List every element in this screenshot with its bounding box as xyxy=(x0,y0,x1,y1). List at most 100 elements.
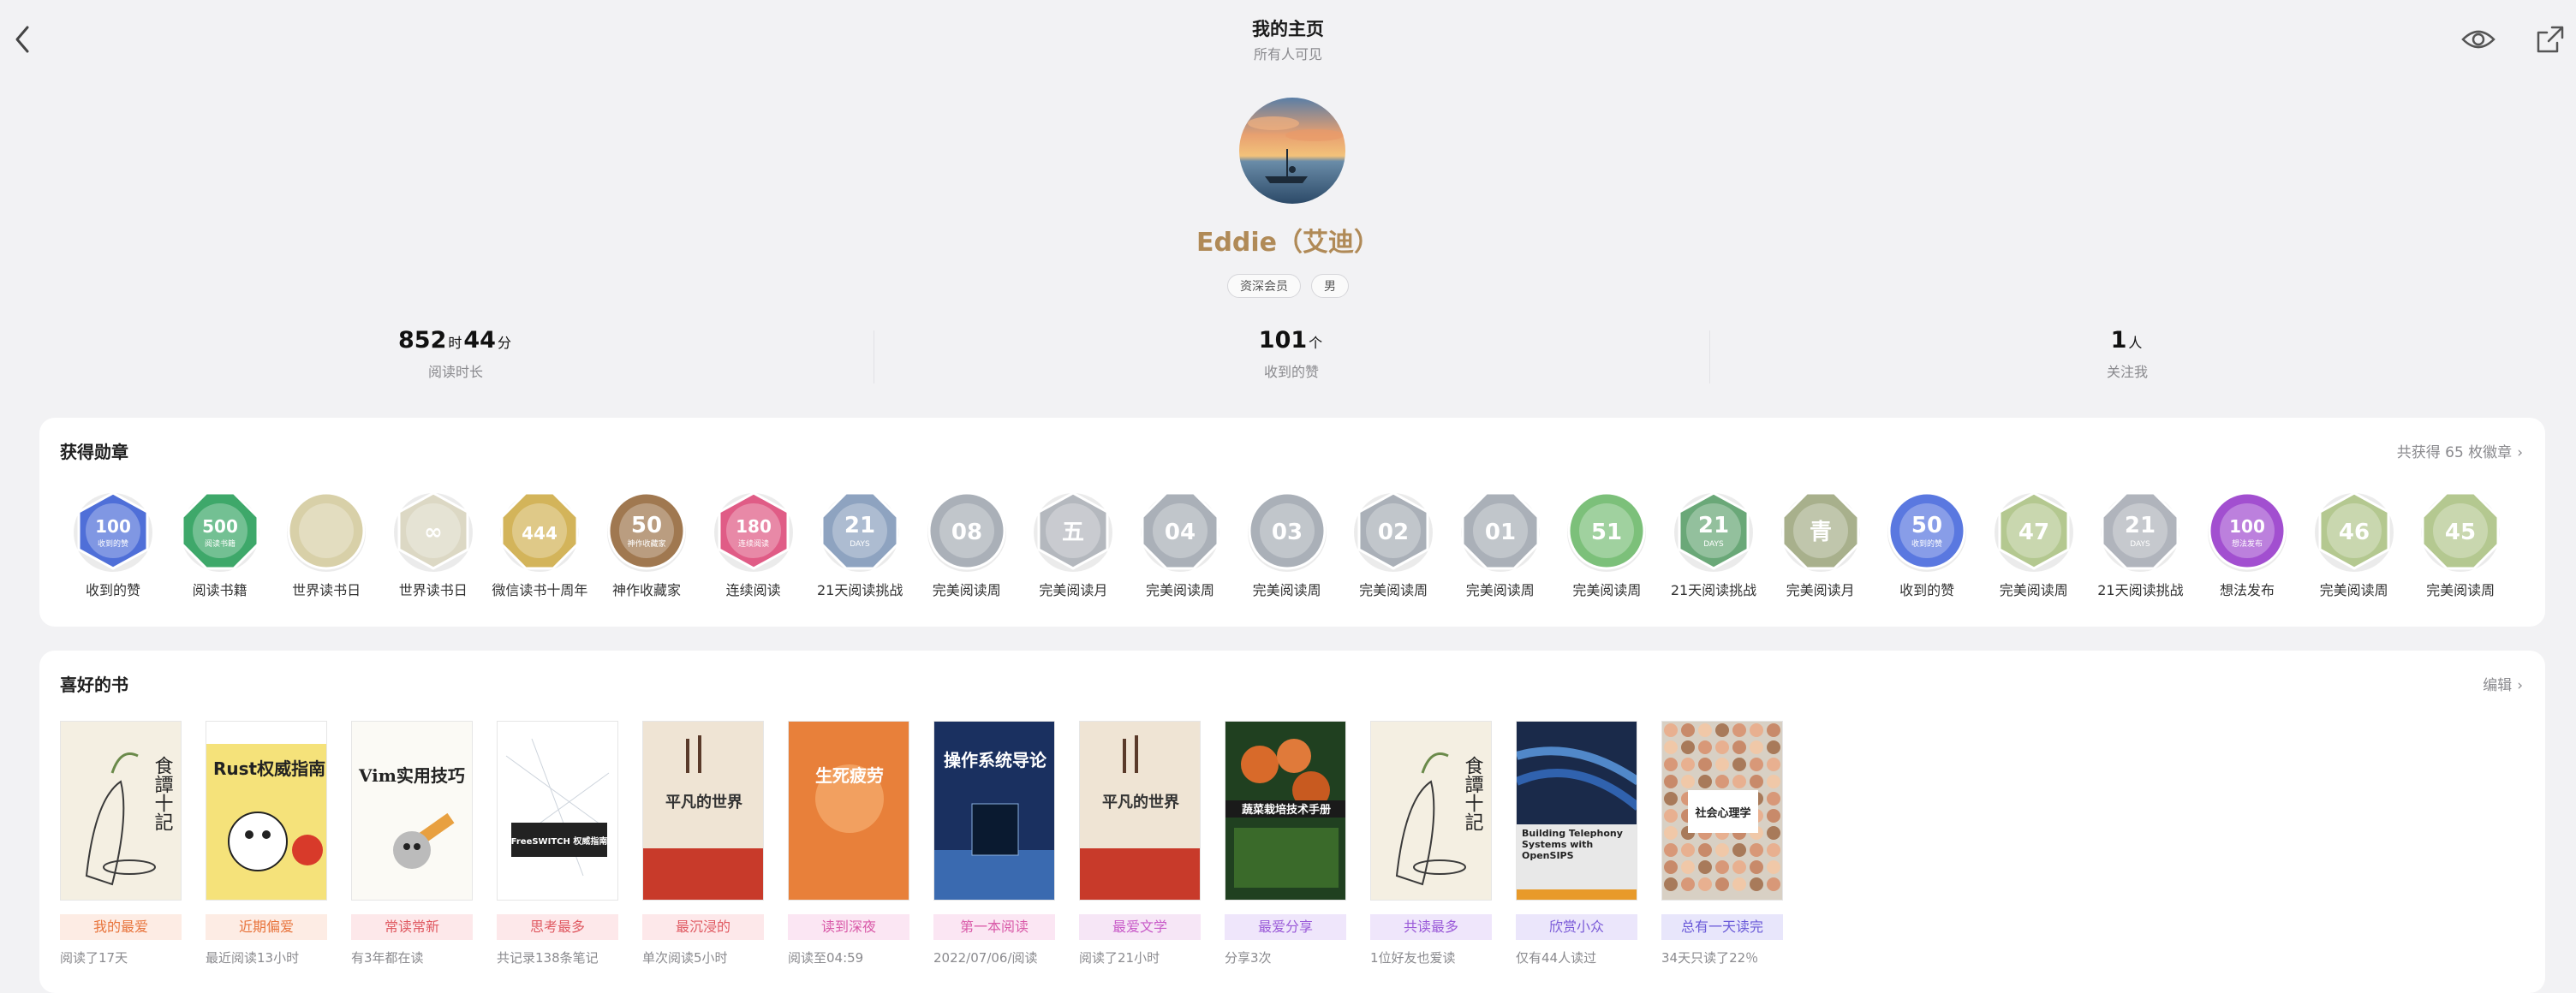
badge-mark: 180 xyxy=(736,516,772,537)
book-cover-title: 操作系统导论 xyxy=(944,750,1047,770)
stat-followers[interactable]: 1人 关注我 xyxy=(1956,327,2299,381)
badge-icon: 03 xyxy=(1247,491,1327,572)
badge-icon: 02 xyxy=(1354,491,1434,572)
badge-mark: 100 xyxy=(95,516,131,537)
badge-item[interactable]: 50 神作收藏家 神作收藏家 xyxy=(593,490,700,599)
book-item[interactable]: FreeSWITCH 权威指南 思考最多 共记录138条笔记 xyxy=(497,721,618,966)
book-item[interactable]: 食譚十記 共读最多 1位好友也爱读 xyxy=(1370,721,1492,966)
badge-item[interactable]: 500 阅读书籍 阅读书籍 xyxy=(167,490,273,599)
badge-icon: 21 DAYS xyxy=(2101,491,2180,572)
badge-icon: 100想法发布 xyxy=(2208,491,2287,572)
book-cover[interactable]: 生死疲劳 xyxy=(788,721,909,901)
book-item[interactable]: Building Telephony Systems with OpenSIPS… xyxy=(1516,721,1637,966)
book-cover[interactable]: FreeSWITCH 权威指南 xyxy=(497,721,618,901)
book-cover-title: Vim实用技巧 xyxy=(358,765,465,786)
page-title: 我的主页 xyxy=(1252,19,1324,39)
badge-item[interactable]: 21 DAYS 21天阅读挑战 xyxy=(2087,490,2193,599)
book-item[interactable]: 社会心理学 总有一天读完 34天只读了22％ xyxy=(1661,721,1783,966)
book-cover[interactable]: 社会心理学 xyxy=(1661,721,1783,901)
badge-item[interactable]: 01 完美阅读周 xyxy=(1447,490,1553,599)
badge-item[interactable]: 青完美阅读月 xyxy=(1768,490,1874,599)
badge-item[interactable]: 50 收到的赞 收到的赞 xyxy=(1874,490,1980,599)
reading-time-label: 阅读时长 xyxy=(427,364,483,380)
badge-label: 完美阅读周 xyxy=(1145,582,1214,598)
badge-label: 神作收藏家 xyxy=(611,582,681,598)
badge-label: 收到的赞 xyxy=(85,582,140,598)
stat-reading-time[interactable]: 852 时44 分 阅读时长 xyxy=(284,327,627,381)
badge-label: 完美阅读月 xyxy=(1786,582,1855,598)
book-cover[interactable]: 平凡的世界 xyxy=(1079,721,1201,901)
book-note: 有3年都在读 xyxy=(351,950,424,966)
badge-icon: ∞ xyxy=(393,491,473,572)
badge-item[interactable]: 45 完美阅读周 xyxy=(2407,490,2513,599)
external-share-icon xyxy=(2537,26,2564,53)
all-badges-link[interactable]: 共获得 65 枚徽章 › xyxy=(2397,440,2523,461)
eye-icon xyxy=(2461,30,2496,49)
book-cover-title: 生死疲劳 xyxy=(815,765,884,786)
preview-button[interactable] xyxy=(2460,22,2497,56)
avatar[interactable] xyxy=(1239,98,1345,204)
book-item[interactable]: 食譚十記 我的最爱 阅读了17天 xyxy=(60,721,182,966)
book-item[interactable]: Rust权威指南 近期偏爱 最近阅读13小时 xyxy=(206,721,327,966)
badge-mark: 500 xyxy=(202,516,238,537)
badge-label: 完美阅读周 xyxy=(1252,582,1321,598)
book-cover-title: 平凡的世界 xyxy=(1102,793,1179,812)
edit-books-link[interactable]: 编辑 › xyxy=(2483,673,2523,694)
book-item[interactable]: 操作系统导论 第一本阅读 2022/07/06/阅读 xyxy=(933,721,1055,966)
book-cover[interactable]: 操作系统导论 xyxy=(933,721,1055,901)
badge-item[interactable]: 21 DAYS 21天阅读挑战 xyxy=(807,490,913,599)
badge-item[interactable]: 180 连续阅读 连续阅读 xyxy=(701,490,807,599)
badge-item[interactable]: 444 微信读书十周年 xyxy=(486,490,593,599)
badge-sub: 想法发布 xyxy=(2232,538,2263,549)
badge-icon: 45 xyxy=(2421,491,2501,572)
book-item[interactable]: 生死疲劳 读到深夜 阅读至04:59 xyxy=(788,721,909,966)
badge-mark: 51 xyxy=(1591,520,1622,545)
badge-item[interactable]: 46 完美阅读周 xyxy=(2301,490,2407,599)
badge-item[interactable]: 51 完美阅读周 xyxy=(1553,490,1660,599)
badge-item[interactable]: ∞ 世界读书日 xyxy=(380,490,486,599)
book-cover[interactable]: 平凡的世界 xyxy=(642,721,764,901)
book-item[interactable]: Vim实用技巧 常读常新 有3年都在读 xyxy=(351,721,473,966)
badge-icon: 青 xyxy=(1780,491,1860,572)
badge-item[interactable]: 03 完美阅读周 xyxy=(1234,490,1340,599)
badge-label: 完美阅读月 xyxy=(1039,582,1108,598)
book-cover-title: Building Telephony Systems with OpenSIPS xyxy=(1522,828,1623,861)
badge-icon: 100收到的赞 xyxy=(74,491,152,572)
badge-item[interactable]: 04 完美阅读周 xyxy=(1127,490,1233,599)
likes-count: 101 xyxy=(1258,327,1308,354)
book-tag: 最爱文学 xyxy=(1079,914,1201,940)
book-item[interactable]: 蔬菜栽培技术手册 最爱分享 分享3次 xyxy=(1225,721,1346,966)
visibility-status: 所有人可见 xyxy=(1253,46,1322,62)
badge-item[interactable]: 21 DAYS 21天阅读挑战 xyxy=(1661,490,1767,599)
book-cover-title: 平凡的世界 xyxy=(665,793,742,812)
book-cover[interactable]: 食譚十記 xyxy=(1370,721,1492,901)
book-note: 1位好友也爱读 xyxy=(1370,950,1456,966)
badge-mark: 03 xyxy=(1272,520,1303,545)
badge-item[interactable]: 100 收到的赞收到的赞 xyxy=(60,490,166,599)
stat-likes[interactable]: 101 个 收到的赞 xyxy=(1120,327,1463,381)
book-cover[interactable]: Rust权威指南 xyxy=(206,721,327,901)
badge-item[interactable]: 100 想法发布 想法发布 xyxy=(2194,490,2300,599)
likes-unit: 个 xyxy=(1309,335,1323,351)
badge-item[interactable]: 02 完美阅读周 xyxy=(1340,490,1446,599)
book-cover[interactable]: Vim实用技巧 xyxy=(351,721,473,901)
book-cover-title: 蔬菜栽培技术手册 xyxy=(1242,803,1331,817)
badge-mark: 21 xyxy=(2125,513,2156,538)
stats-divider xyxy=(1709,330,1710,384)
gender-tag: 男 xyxy=(1311,274,1349,298)
book-cover[interactable]: 食譚十記 xyxy=(60,721,182,901)
badges-total: 共获得 65 枚徽章 xyxy=(2396,444,2513,461)
book-item[interactable]: 平凡的世界 最爱文学 阅读了21小时 xyxy=(1079,721,1201,966)
book-cover[interactable]: 蔬菜栽培技术手册 xyxy=(1225,721,1346,901)
share-button[interactable] xyxy=(2533,22,2567,56)
badge-icon: 51 xyxy=(1567,491,1647,572)
badge-item[interactable]: 47 完美阅读周 xyxy=(1981,490,2087,599)
book-tag: 欣赏小众 xyxy=(1516,914,1637,940)
book-cover[interactable]: Building Telephony Systems with OpenSIPS xyxy=(1516,721,1637,901)
book-item[interactable]: 平凡的世界 最沉浸的 单次阅读5小时 xyxy=(642,721,764,966)
book-note: 单次阅读5小时 xyxy=(642,950,728,966)
badge-item[interactable]: 五完美阅读月 xyxy=(1020,490,1126,599)
badge-item[interactable]: 08 完美阅读周 xyxy=(914,490,1020,599)
badge-item[interactable]: 世界读书日 xyxy=(273,490,379,599)
book-cover-title: Rust权威指南 xyxy=(213,758,325,779)
